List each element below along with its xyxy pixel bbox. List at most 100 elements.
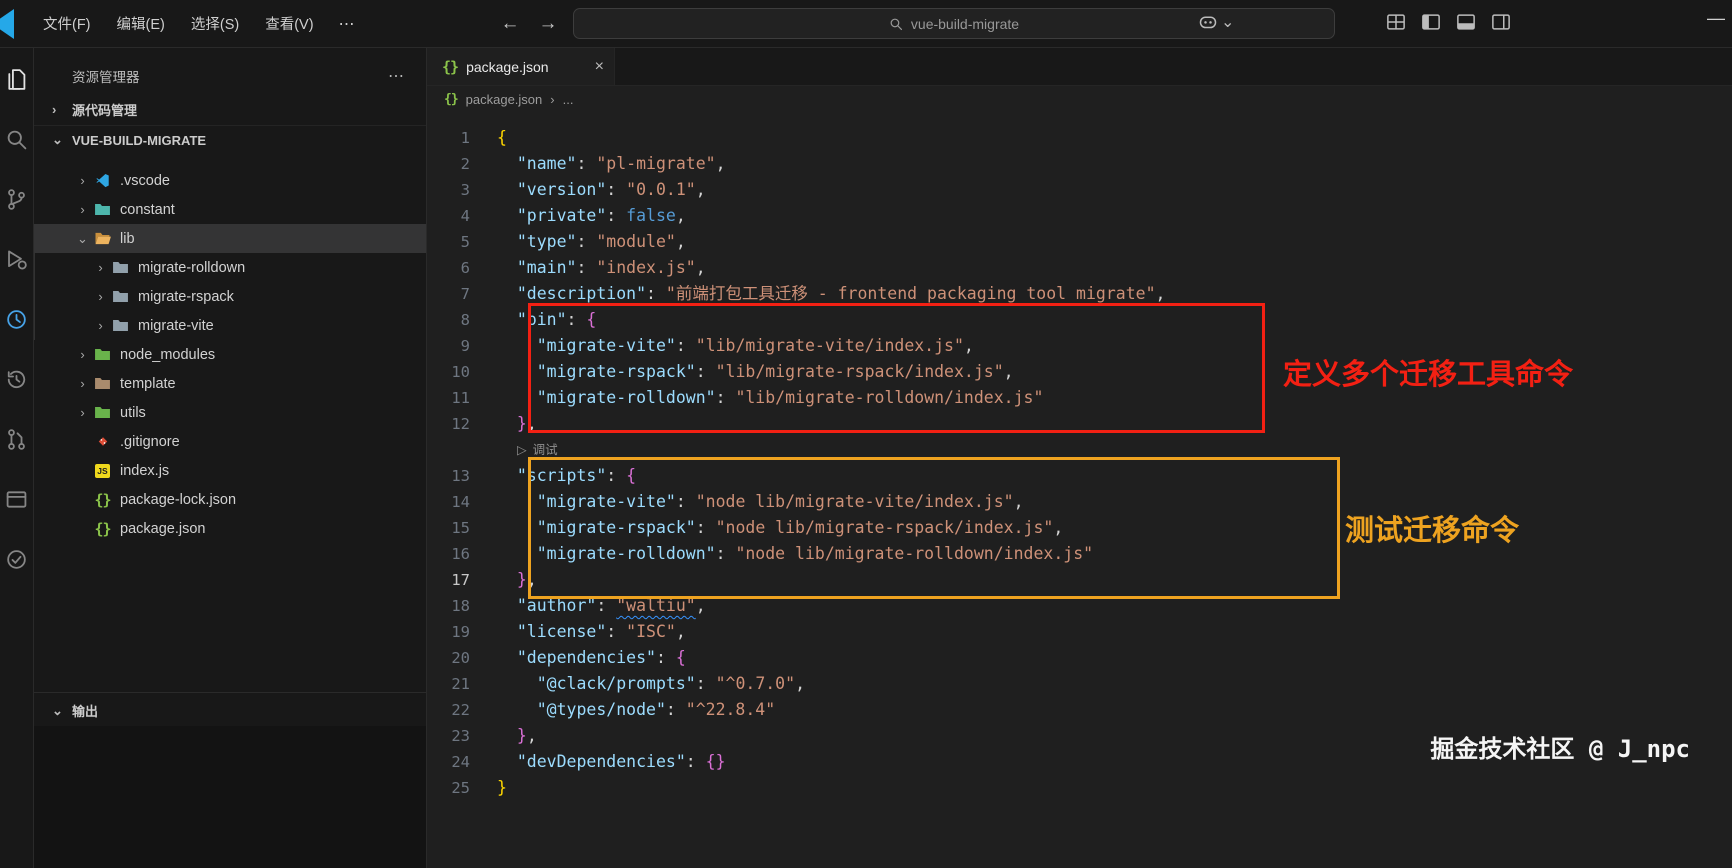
code-line-3[interactable]: 3 "version": "0.0.1", [427, 177, 1732, 203]
source-control-icon[interactable] [5, 188, 28, 211]
tree-item-migrate-rspack[interactable]: › migrate-rspack [34, 282, 426, 311]
code-line-22[interactable]: 22 "@types/node": "^22.8.4" [427, 697, 1732, 723]
code-line-7[interactable]: 7 "description": "前端打包工具迁移 - frontend pa… [427, 281, 1732, 307]
sidebar-more-icon[interactable]: ⋯ [388, 66, 410, 86]
tree-item-.gitignore[interactable]: .gitignore [34, 427, 426, 456]
breadcrumb[interactable]: {} package.json › ... [427, 86, 1732, 113]
tree-item-migrate-vite[interactable]: › migrate-vite [34, 311, 426, 340]
line-number: 16 [451, 545, 470, 563]
run-debug-icon[interactable] [5, 248, 28, 271]
tree-item-index.js[interactable]: JS index.js [34, 456, 426, 485]
tree-item-template[interactable]: › template [34, 369, 426, 398]
chevron-down-icon: ⌄ [52, 702, 63, 718]
search-icon[interactable] [5, 128, 28, 151]
menu-view[interactable]: 查看(V) [252, 7, 326, 40]
code-line-15[interactable]: 15 "migrate-rspack": "node lib/migrate-r… [427, 515, 1732, 541]
menu-more-icon[interactable]: ⋯ [327, 8, 367, 40]
pull-request-icon[interactable] [5, 428, 28, 451]
code-line-25[interactable]: 25} [427, 775, 1732, 801]
json-file-icon: {} [444, 92, 459, 107]
history-icon[interactable] [5, 368, 28, 391]
section-source-control[interactable]: › 源代码管理 [34, 94, 426, 125]
tab-bar: {} package.json × [427, 48, 1732, 86]
toggle-panel-icon[interactable] [1456, 12, 1476, 32]
tree-item-migrate-rolldown[interactable]: › migrate-rolldown [34, 253, 426, 282]
watermark: 掘金技术社区 @ J_npc [1430, 735, 1690, 763]
line-number: 24 [451, 753, 470, 771]
line-number: 18 [451, 597, 470, 615]
section-label: 源代码管理 [72, 103, 138, 118]
minimize-button[interactable]: — [1702, 8, 1730, 29]
code-area[interactable]: 1{2 "name": "pl-migrate", 3 "version": "0… [427, 113, 1732, 801]
chevron-right-icon: › [80, 347, 85, 362]
js-icon: JS [91, 463, 114, 478]
debug-codelens[interactable]: ▷ 调试 [427, 437, 1732, 463]
line-number: 21 [451, 675, 470, 693]
copilot-menu[interactable]: ⌄ [1198, 12, 1234, 32]
code-line-4[interactable]: 4 "private": false, [427, 203, 1732, 229]
panel-icon[interactable] [5, 488, 28, 511]
chevron-down-icon: ⌄ [1221, 14, 1235, 31]
code-line-17[interactable]: 17 }, [427, 567, 1732, 593]
section-output[interactable]: ⌄ 输出 [34, 692, 426, 728]
section-project-root[interactable]: ⌄ VUE-BUILD-MIGRATE [34, 125, 426, 154]
tree-item-label: node_modules [120, 346, 216, 363]
tree-item-label: package.json [120, 520, 206, 537]
toggle-sidebar-icon[interactable] [1421, 12, 1441, 32]
tree-item-label: package-lock.json [120, 491, 237, 508]
tree-item-label: migrate-vite [138, 317, 214, 334]
code-line-14[interactable]: 14 "migrate-vite": "node lib/migrate-vit… [427, 489, 1732, 515]
breadcrumb-separator-icon: › [550, 92, 555, 107]
folder-green-icon [91, 347, 114, 362]
customize-layout-icon[interactable] [1386, 12, 1406, 32]
code-line-8[interactable]: 8 "bin": { [427, 307, 1732, 333]
code-line-6[interactable]: 6 "main": "index.js", [427, 255, 1732, 281]
tab-package-json[interactable]: {} package.json × [427, 48, 615, 85]
menu-edit[interactable]: 编辑(E) [104, 7, 178, 40]
menu-selection[interactable]: 选择(S) [178, 7, 252, 40]
code-line-16[interactable]: 16 "migrate-rolldown": "node lib/migrate… [427, 541, 1732, 567]
timeline-icon[interactable] [5, 308, 28, 331]
check-icon[interactable] [5, 548, 28, 571]
menu-file[interactable]: 文件(F) [30, 7, 104, 40]
code-line-9[interactable]: 9 "migrate-vite": "lib/migrate-vite/inde… [427, 333, 1732, 359]
tree-item-label: utils [120, 404, 146, 421]
line-number: 8 [460, 311, 470, 329]
tree-item-label: lib [120, 230, 135, 247]
code-line-18[interactable]: 18 "author": "waltiu", [427, 593, 1732, 619]
chevron-right-icon: › [98, 289, 103, 304]
close-tab-icon[interactable]: × [595, 58, 604, 76]
code-line-12[interactable]: 12 }, [427, 411, 1732, 437]
toggle-secondary-sidebar-icon[interactable] [1491, 12, 1511, 32]
code-line-21[interactable]: 21 "@clack/prompts": "^0.7.0", [427, 671, 1732, 697]
tree-item-label: template [120, 375, 176, 392]
json-green-icon: {} [94, 490, 111, 509]
explorer-icon[interactable] [5, 68, 28, 91]
tree-item-node_modules[interactable]: › node_modules [34, 340, 426, 369]
tree-item-package-lock.json[interactable]: {} package-lock.json [34, 485, 426, 514]
codelens-label: 调试 [532, 443, 558, 457]
tree-item-utils[interactable]: › utils [34, 398, 426, 427]
line-number: 25 [451, 779, 470, 797]
folder-gray-icon [109, 260, 132, 275]
chevron-down-icon: ⌄ [52, 132, 63, 147]
chevron-right-icon: › [98, 318, 103, 333]
code-line-5[interactable]: 5 "type": "module", [427, 229, 1732, 255]
tree-item-lib[interactable]: ⌄ lib [34, 224, 426, 253]
menubar: 文件(F) 编辑(E) 选择(S) 查看(V) [30, 7, 327, 40]
code-line-19[interactable]: 19 "license": "ISC", [427, 619, 1732, 645]
tree-item-label: constant [120, 201, 175, 218]
red-annotation-label: 定义多个迁移工具命令 [1283, 357, 1574, 391]
code-line-1[interactable]: 1{ [427, 125, 1732, 151]
back-button[interactable]: ← [497, 13, 523, 35]
line-number: 11 [451, 389, 470, 407]
code-line-2[interactable]: 2 "name": "pl-migrate", [427, 151, 1732, 177]
folder-gray-icon [109, 289, 132, 304]
tree-item-package.json[interactable]: {} package.json [34, 514, 426, 543]
tree-item-constant[interactable]: › constant [34, 195, 426, 224]
sidebar-title: 资源管理器 [72, 70, 140, 85]
code-line-20[interactable]: 20 "dependencies": { [427, 645, 1732, 671]
forward-button[interactable]: → [535, 13, 561, 35]
tree-item-.vscode[interactable]: › .vscode [34, 166, 426, 195]
code-line-13[interactable]: 13 "scripts": { [427, 463, 1732, 489]
